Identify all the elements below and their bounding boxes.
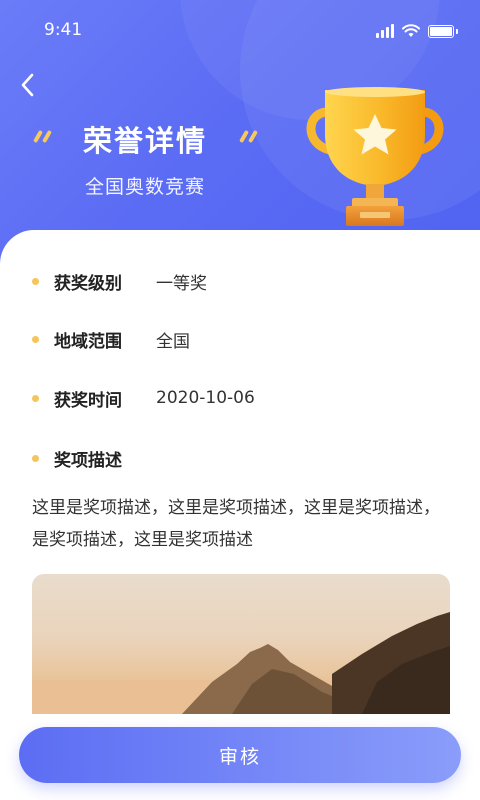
bullet-dot (32, 454, 39, 462)
title-right-decoration (239, 128, 260, 147)
review-button[interactable]: 审核 (19, 727, 461, 783)
award-photo (32, 574, 450, 714)
detail-row-region: 地域范围 全国 (32, 327, 190, 352)
bullet-dot (32, 394, 39, 402)
trophy-icon (306, 87, 444, 226)
back-button[interactable] (14, 70, 44, 100)
detail-value: 2020-10-06 (156, 388, 255, 408)
page-subtitle: 全国奥数竞赛 (84, 176, 205, 198)
status-time: 9:41 (44, 20, 83, 40)
detail-row-description: 奖项描述 (32, 446, 156, 471)
detail-card: 获奖级别 一等奖 地域范围 全国 获奖时间 2020-10-06 奖项描述 这里… (0, 230, 480, 800)
status-bar: 9:41 (0, 0, 480, 64)
detail-row-award-level: 获奖级别 一等奖 (32, 269, 207, 294)
chevron-left-icon (21, 73, 34, 97)
battery-icon (428, 25, 454, 38)
status-icons (376, 22, 458, 38)
battery-cap (456, 29, 458, 34)
bullet-dot (32, 277, 39, 285)
wifi-icon (402, 24, 420, 37)
detail-label: 获奖时间 (54, 390, 122, 411)
page-title: 荣誉详情 (82, 124, 207, 158)
title-area: 荣誉详情 (30, 118, 260, 158)
detail-label: 奖项描述 (54, 450, 122, 471)
detail-value: 一等奖 (156, 273, 207, 294)
award-description: 这里是奖项描述，这里是奖项描述，这里是奖项描述，是奖项描述，这里是奖项描述 (32, 498, 440, 550)
detail-label: 地域范围 (54, 331, 122, 352)
detail-row-award-date: 获奖时间 2020-10-06 (32, 386, 255, 411)
detail-label: 获奖级别 (54, 273, 122, 294)
detail-value: 全国 (156, 331, 190, 352)
signal-icon (376, 24, 394, 38)
bullet-dot (32, 335, 39, 343)
